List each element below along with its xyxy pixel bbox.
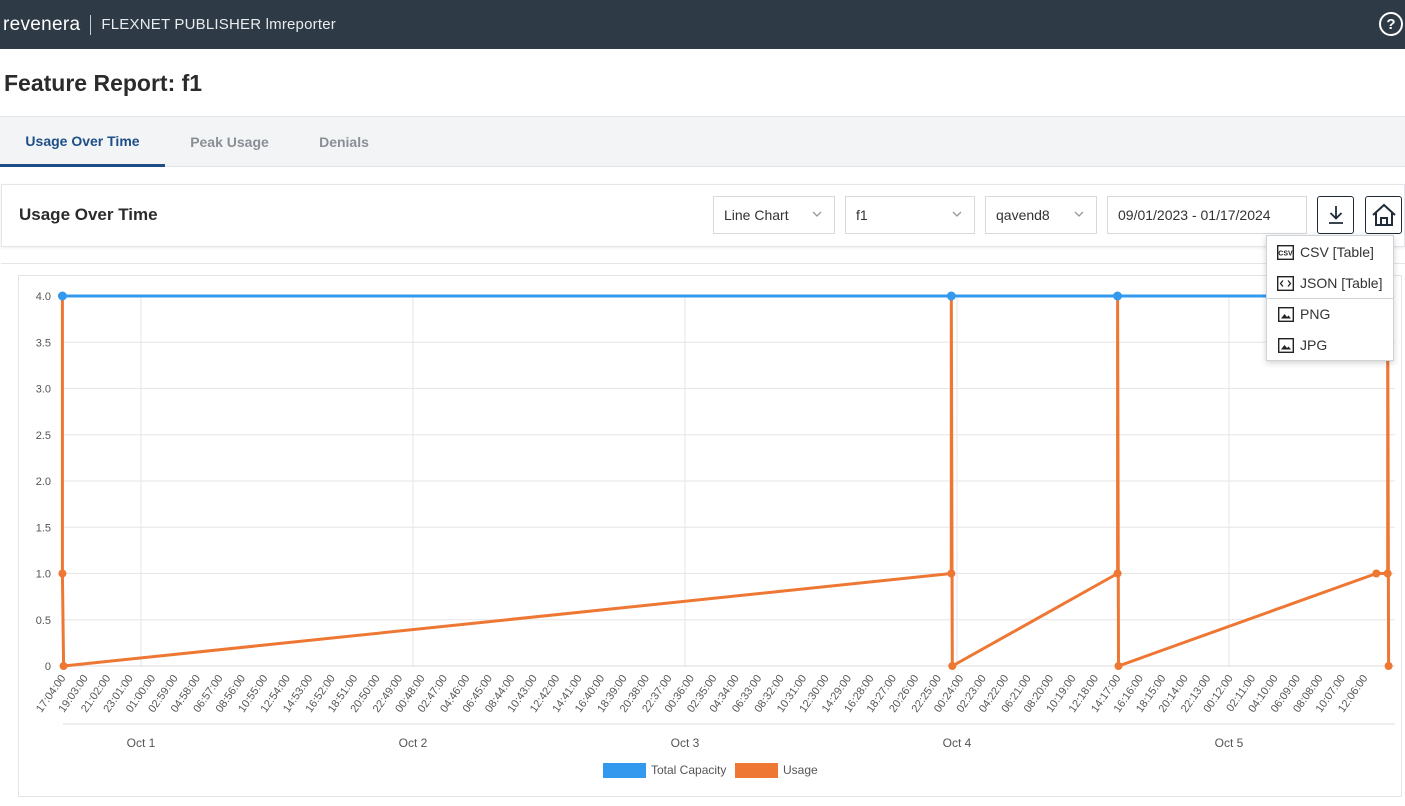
product-name: FLEXNET PUBLISHER lmreporter (101, 16, 336, 33)
tab-usage-over-time[interactable]: Usage Over Time (0, 117, 165, 167)
y-tick-label: 2.0 (36, 476, 51, 488)
chevron-down-icon (1074, 211, 1084, 217)
tab-bar: Usage Over Time Peak Usage Denials (0, 116, 1405, 167)
chart-controls-panel: Usage Over Time Line Chart f1 qavend8 09… (1, 184, 1405, 247)
menu-item-label: PNG (1300, 306, 1331, 322)
vendor-select[interactable]: qavend8 (985, 196, 1097, 234)
tab-denials[interactable]: Denials (298, 117, 390, 167)
date-range-value: 09/01/2023 - 01/17/2024 (1118, 207, 1271, 223)
capacity-data-point[interactable] (946, 291, 956, 301)
home-icon (1371, 203, 1396, 226)
feature-select[interactable]: f1 (845, 196, 975, 234)
menu-item-json[interactable]: JSON [Table] (1267, 268, 1393, 298)
usage-data-point[interactable] (1383, 569, 1392, 578)
capacity-data-point[interactable] (57, 291, 67, 301)
tab-peak-usage[interactable]: Peak Usage (173, 117, 286, 167)
y-tick-label: 3.5 (36, 337, 51, 349)
menu-item-label: JSON [Table] (1300, 275, 1383, 291)
brand-logo: revenera (3, 13, 81, 35)
y-tick-label: 0 (45, 661, 51, 673)
usage-data-point[interactable] (58, 569, 67, 578)
code-icon (1277, 275, 1294, 292)
usage-data-point[interactable] (1113, 569, 1122, 578)
usage-data-point[interactable] (1372, 569, 1381, 578)
menu-item-label: CSV [Table] (1300, 244, 1374, 260)
legend-swatch-usage (735, 763, 778, 778)
chart-type-value: Line Chart (724, 207, 789, 223)
top-bar: revenera FLEXNET PUBLISHER lmreporter ? (0, 0, 1405, 49)
usage-data-point[interactable] (1384, 662, 1393, 670)
chart-container: 0 0.5 1.0 1.5 2.0 2.5 3.0 3.5 4.0 17:04:00 19:03:… (18, 275, 1402, 797)
chart-type-select[interactable]: Line Chart (713, 196, 835, 234)
y-tick-label: 4.0 (36, 291, 51, 303)
day-label: Oct 1 (127, 736, 156, 750)
legend-label-usage: Usage (783, 763, 818, 777)
vendor-value: qavend8 (996, 207, 1050, 223)
y-tick-label: 3.0 (36, 384, 51, 396)
page-title: Feature Report: f1 (4, 70, 203, 96)
svg-text:CSV: CSV (1278, 250, 1293, 257)
legend-swatch-capacity (603, 763, 646, 778)
menu-item-csv[interactable]: CSV CSV [Table] (1267, 237, 1393, 267)
usage-data-point[interactable] (1114, 662, 1123, 670)
capacity-data-point[interactable] (1113, 291, 1123, 301)
home-button[interactable] (1365, 196, 1402, 234)
panel-title: Usage Over Time (19, 205, 158, 224)
download-menu: CSV CSV [Table] JSON [Table] PNG JPG (1266, 235, 1394, 361)
menu-item-label: JPG (1300, 337, 1328, 353)
legend-label-capacity: Total Capacity (651, 763, 726, 777)
day-label: Oct 3 (671, 736, 700, 750)
feature-value: f1 (856, 207, 868, 223)
y-tick-label: 2.5 (36, 430, 51, 442)
chevron-down-icon (812, 211, 822, 217)
menu-item-jpg[interactable]: JPG (1267, 330, 1393, 360)
y-tick-label: 1.0 (36, 569, 51, 581)
download-button[interactable] (1317, 196, 1354, 234)
day-label: Oct 5 (1215, 736, 1244, 750)
date-range-input[interactable]: 09/01/2023 - 01/17/2024 (1107, 196, 1307, 234)
usage-data-point[interactable] (59, 662, 68, 670)
csv-icon: CSV (1277, 244, 1294, 261)
chevron-down-icon (952, 211, 962, 217)
y-tick-label: 1.5 (36, 522, 51, 534)
help-icon[interactable]: ? (1379, 12, 1403, 36)
day-label: Oct 2 (399, 736, 428, 750)
menu-item-png[interactable]: PNG (1267, 299, 1393, 329)
brand-divider (90, 14, 92, 35)
chart-legend: Total Capacity Usage (603, 763, 818, 778)
usage-data-point[interactable] (947, 569, 956, 578)
image-icon (1277, 306, 1294, 323)
usage-line-chart[interactable]: 00.51.01.52.02.53.03.54.0 17:04:0019:03:… (19, 276, 1401, 796)
download-icon (1328, 206, 1343, 224)
image-icon (1277, 337, 1294, 354)
usage-data-point[interactable] (948, 662, 957, 670)
day-label: Oct 4 (943, 736, 972, 750)
y-tick-label: 0.5 (36, 615, 51, 627)
